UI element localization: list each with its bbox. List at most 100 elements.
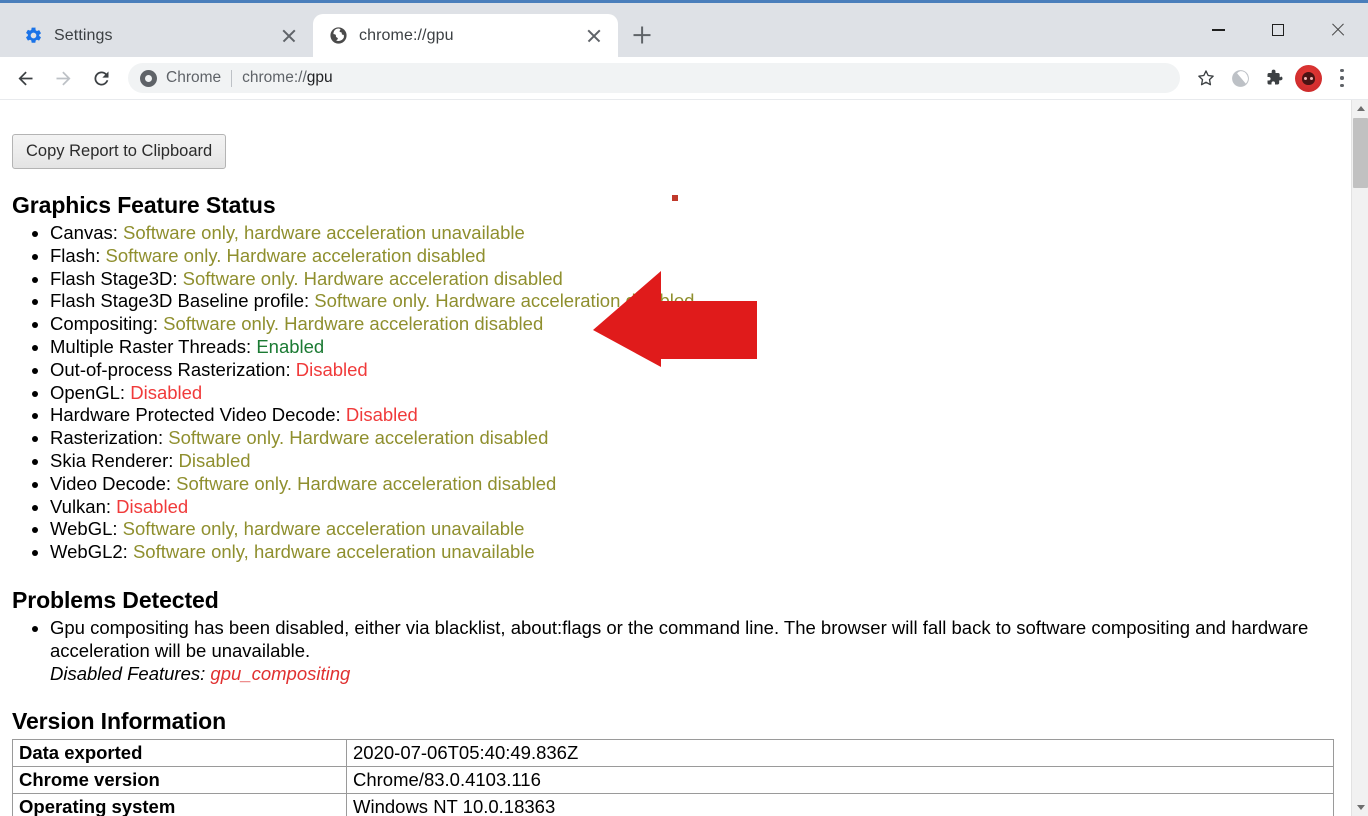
back-button[interactable] <box>8 61 42 95</box>
feature-name: Flash Stage3D Baseline profile: <box>50 290 310 312</box>
feature-name: Canvas: <box>50 221 118 243</box>
globe-icon <box>329 26 348 45</box>
list-item: Out-of-process Rasterization: Disabled <box>50 359 1332 382</box>
tab-title: Settings <box>54 26 113 44</box>
version-information-heading: Version Information <box>12 708 227 735</box>
omnibox-scheme-label: Chrome <box>166 69 222 86</box>
chrome-logo-icon <box>140 69 157 87</box>
window-controls <box>1188 6 1368 54</box>
table-cell-value: 2020-07-06T05:40:49.836Z <box>346 739 1334 768</box>
three-dot-menu-icon <box>1340 69 1344 87</box>
feature-value: Software only, hardware acceleration una… <box>123 221 525 243</box>
list-item: Hardware Protected Video Decode: Disable… <box>50 404 1332 427</box>
feature-name: OpenGL: <box>50 381 126 403</box>
list-item: Multiple Raster Threads: Enabled <box>50 336 1332 359</box>
feature-value: Disabled <box>178 449 251 471</box>
feature-value: Disabled <box>130 381 203 403</box>
page-viewport: Copy Report to Clipboard Graphics Featur… <box>0 100 1368 816</box>
reload-button[interactable] <box>84 61 118 95</box>
list-item: WebGL2: Software only, hardware accelera… <box>50 541 1332 564</box>
feature-value: Software only. Hardware acceleration dis… <box>176 472 557 494</box>
feature-name: Out-of-process Rasterization: <box>50 358 291 380</box>
table-row: Chrome version Chrome/83.0.4103.116 <box>12 766 1334 795</box>
feature-value: Software only. Hardware acceleration dis… <box>314 290 695 312</box>
feature-value: Software only, hardware acceleration una… <box>132 541 535 563</box>
new-tab-button[interactable] <box>624 17 660 53</box>
sync-paused-icon[interactable] <box>1224 62 1256 94</box>
feature-value: Software only, hardware acceleration una… <box>122 518 525 540</box>
address-bar[interactable]: Chrome chrome://gpu <box>128 63 1180 93</box>
table-cell-value: Chrome/83.0.4103.116 <box>346 766 1334 795</box>
profile-avatar[interactable] <box>1292 62 1324 94</box>
feature-name: WebGL2: <box>50 541 128 563</box>
scroll-thumb[interactable] <box>1353 118 1368 188</box>
feature-value: Disabled <box>345 404 418 426</box>
list-item: Flash: Software only. Hardware accelerat… <box>50 245 1332 268</box>
list-item: OpenGL: Disabled <box>50 382 1332 405</box>
close-icon[interactable] <box>277 24 301 48</box>
list-item: Video Decode: Software only. Hardware ac… <box>50 473 1332 496</box>
list-item: Vulkan: Disabled <box>50 496 1332 519</box>
bookmark-star-icon[interactable] <box>1190 62 1222 94</box>
close-window-button[interactable] <box>1308 6 1368 54</box>
feature-name: Flash: <box>50 244 101 266</box>
omnibox-divider <box>231 69 233 87</box>
feature-value: Software only. Hardware acceleration dis… <box>163 313 544 335</box>
list-item: WebGL: Software only, hardware accelerat… <box>50 518 1332 541</box>
table-cell-key: Chrome version <box>12 766 347 795</box>
feature-name: Rasterization: <box>50 427 164 449</box>
list-item: Canvas: Software only, hardware accelera… <box>50 222 1332 245</box>
tab-strip: Settings chrome://gpu <box>0 0 1368 57</box>
chrome-menu-button[interactable] <box>1326 62 1358 94</box>
version-information-table: Data exported 2020-07-06T05:40:49.836Z C… <box>12 739 1334 816</box>
disabled-features-label: Disabled Features: <box>50 662 206 684</box>
disabled-features-value: gpu_compositing <box>210 662 351 684</box>
browser-window: Settings chrome://gpu Chrome chrome://gp… <box>0 0 1368 816</box>
scroll-down-arrow-icon[interactable] <box>1352 799 1368 816</box>
table-cell-key: Operating system <box>12 793 347 816</box>
copy-report-button[interactable]: Copy Report to Clipboard <box>12 134 227 169</box>
table-row: Data exported 2020-07-06T05:40:49.836Z <box>12 739 1334 768</box>
feature-value: Software only. Hardware acceleration dis… <box>182 267 563 289</box>
gpu-report-page: Copy Report to Clipboard Graphics Featur… <box>0 100 1340 816</box>
extensions-puzzle-icon[interactable] <box>1258 62 1290 94</box>
tab-chrome-gpu[interactable]: chrome://gpu <box>313 14 618 57</box>
list-item: Flash Stage3D Baseline profile: Software… <box>50 290 1332 313</box>
browser-toolbar: Chrome chrome://gpu <box>0 57 1368 100</box>
tab-title: chrome://gpu <box>359 26 454 44</box>
feature-value: Enabled <box>256 335 325 357</box>
forward-button[interactable] <box>46 61 80 95</box>
feature-name: Compositing: <box>50 313 158 335</box>
scroll-up-arrow-icon[interactable] <box>1352 100 1368 117</box>
feature-name: Vulkan: <box>50 495 112 517</box>
list-item: Rasterization: Software only. Hardware a… <box>50 427 1332 450</box>
omnibox-url-path: gpu <box>306 69 333 86</box>
feature-name: Video Decode: <box>50 472 172 494</box>
maximize-button[interactable] <box>1248 6 1308 54</box>
feature-name: Multiple Raster Threads: <box>50 335 252 357</box>
feature-name: WebGL: <box>50 518 118 540</box>
graphics-feature-list: Canvas: Software only, hardware accelera… <box>50 222 1332 564</box>
minimize-button[interactable] <box>1188 6 1248 54</box>
annotation-speck <box>672 195 678 201</box>
avatar <box>1294 64 1322 92</box>
feature-name: Skia Renderer: <box>50 449 174 471</box>
omnibox-url: chrome://gpu <box>242 69 332 87</box>
feature-value: Software only. Hardware acceleration dis… <box>105 244 486 266</box>
feature-value: Disabled <box>295 358 368 380</box>
problems-list: Gpu compositing has been disabled, eithe… <box>50 617 1332 685</box>
feature-name: Hardware Protected Video Decode: <box>50 404 341 426</box>
gear-icon <box>24 26 43 45</box>
omnibox-url-prefix: chrome:// <box>242 69 307 86</box>
list-item: Gpu compositing has been disabled, eithe… <box>50 617 1332 685</box>
table-cell-value: Windows NT 10.0.18363 <box>346 793 1334 816</box>
feature-value: Software only. Hardware acceleration dis… <box>168 427 549 449</box>
problems-detected-heading: Problems Detected <box>12 586 219 613</box>
tab-settings[interactable]: Settings <box>8 14 313 57</box>
disabled-features-line: Disabled Features: gpu_compositing <box>50 663 1332 686</box>
feature-name: Flash Stage3D: <box>50 267 178 289</box>
list-item: Flash Stage3D: Software only. Hardware a… <box>50 268 1332 291</box>
list-item: Compositing: Software only. Hardware acc… <box>50 313 1332 336</box>
vertical-scrollbar[interactable] <box>1351 100 1368 816</box>
close-icon[interactable] <box>582 24 606 48</box>
